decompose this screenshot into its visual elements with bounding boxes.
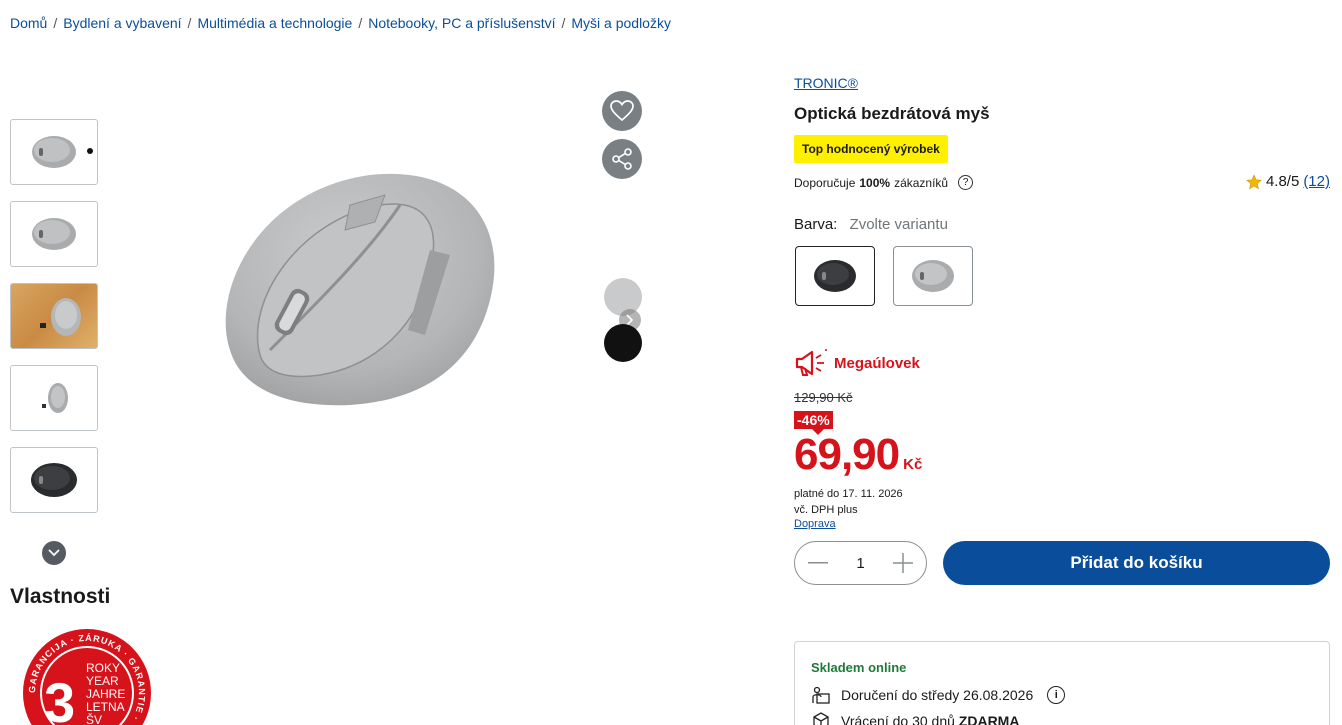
star-icon — [1246, 173, 1262, 189]
plus-icon — [893, 553, 913, 573]
main-product-image — [225, 173, 495, 406]
breadcrumb-separator: / — [53, 15, 58, 31]
return-box-icon — [813, 712, 829, 725]
vat-info: vč. DPH plus — [794, 504, 858, 516]
breadcrumb: Domů / Bydlení a vybavení / Multimédia a… — [10, 15, 671, 31]
stock-info-box: Skladem online Doručení do středy 26.08.… — [794, 641, 1330, 725]
thumbnails-scroll-down[interactable] — [42, 541, 66, 565]
delivery-icon — [812, 686, 830, 704]
thumbnail-3[interactable] — [10, 283, 98, 349]
breadcrumb-separator: / — [187, 15, 192, 31]
return-text: Vrácení do 30 dnů ZDARMA — [841, 713, 1019, 725]
megaphone-icon — [795, 349, 827, 376]
share-icon — [612, 148, 632, 170]
warranty-year-en: YEAR — [86, 674, 119, 688]
variant-grey[interactable] — [893, 246, 973, 306]
wishlist-button[interactable] — [602, 91, 642, 131]
recommend-suffix: zákazníků — [894, 175, 949, 190]
heart-icon — [610, 100, 634, 122]
product-title: Optická bezdrátová myš — [794, 104, 990, 123]
thumbnail-indicator — [87, 148, 93, 154]
discount-badge: -46% — [794, 411, 833, 435]
breadcrumb-notebooks[interactable]: Notebooky, PC a příslušenství — [368, 15, 555, 31]
delivery-text: Doručení do středy 26.08.2026 — [841, 687, 1034, 703]
add-to-cart-button[interactable]: Přidat do košíku — [943, 541, 1330, 585]
breadcrumb-housing[interactable]: Bydlení a vybavení — [63, 15, 181, 31]
mega-deal-text: Megaúlovek — [834, 354, 920, 372]
thumbnail-4[interactable] — [10, 365, 98, 431]
breadcrumb-home[interactable]: Domů — [10, 15, 47, 31]
return-free: ZDARMA — [958, 713, 1020, 725]
return-line: Vrácení do 30 dnů ZDARMA — [811, 711, 1313, 725]
shipping-link[interactable]: Doprava — [794, 518, 836, 530]
warranty-year-cz: ROKY — [86, 661, 120, 675]
mouse-on-table-thumb — [40, 298, 81, 336]
quantity-stepper: 1 — [794, 541, 927, 585]
mouse-grey-thumb — [32, 136, 76, 168]
color-placeholder: Zvolte variantu — [849, 216, 948, 233]
mouse-grey-variant — [912, 260, 954, 292]
color-label: Barva: — [794, 216, 838, 233]
breadcrumb-separator: / — [561, 15, 566, 31]
recommend-percent: 100% — [859, 175, 891, 190]
brand-link[interactable]: TRONIC® — [794, 75, 858, 91]
valid-until: platné do 17. 11. 2026 — [794, 488, 903, 500]
old-price: 129,90 Kč — [794, 390, 853, 405]
warranty-year-sk: ŠV — [86, 712, 102, 725]
help-icon[interactable]: ? — [958, 175, 974, 190]
mouse-with-receiver-thumb — [42, 383, 68, 413]
stock-status: Skladem online — [811, 660, 907, 675]
top-rated-badge: Top hodnocený výrobek — [794, 135, 948, 163]
info-icon[interactable]: i — [1047, 686, 1066, 704]
quantity-value[interactable]: 1 — [856, 555, 864, 572]
color-dot-black[interactable] — [604, 324, 642, 362]
warranty-year-si: LETNA — [86, 700, 125, 714]
recommend-prefix: Doporučuje — [794, 175, 856, 190]
thumbnail-5[interactable] — [10, 447, 98, 513]
product-rating: 4.8/5 (12) — [1246, 173, 1330, 190]
current-price: 69,90 Kč — [794, 430, 922, 480]
warranty-year-de: JAHRE — [86, 687, 125, 701]
breadcrumb-mice[interactable]: Myši a podložky — [571, 15, 671, 31]
increase-quantity-button[interactable] — [892, 552, 914, 574]
thumbnail-2[interactable] — [10, 201, 98, 267]
decrease-quantity-button[interactable] — [807, 552, 829, 574]
mega-deal-label: Megaúlovek — [794, 348, 920, 378]
price-value: 69,90 — [794, 430, 900, 479]
recommendation: Doporučuje 100% zákazníků ? — [794, 175, 974, 190]
share-button[interactable] — [602, 139, 642, 179]
color-selector-label: Barva: Zvolte variantu — [794, 216, 948, 233]
delivery-line: Doručení do středy 26.08.2026 i — [811, 685, 1313, 705]
price-validity: platné do 17. 11. 2026 vč. DPH plus — [794, 486, 903, 518]
rating-count-link[interactable]: (12) — [1303, 173, 1330, 190]
price-currency: Kč — [903, 456, 923, 473]
rating-value: 4.8/5 — [1265, 173, 1300, 190]
warranty-seal: GARANCIJA · ZÁRUKA · GARANTIE · 3 ROKY Y… — [23, 629, 151, 725]
properties-heading: Vlastnosti — [10, 585, 111, 608]
mouse-grey-thumb — [32, 218, 76, 250]
thumbnail-1[interactable] — [10, 119, 98, 185]
breadcrumb-separator: / — [358, 15, 363, 31]
mouse-black-thumb — [31, 463, 77, 497]
mouse-black-variant — [814, 260, 856, 292]
breadcrumb-multimedia[interactable]: Multimédia a technologie — [197, 15, 352, 31]
thumbnail-gallery — [10, 119, 98, 529]
chevron-down-icon — [48, 549, 60, 557]
return-prefix: Vrácení do 30 dnů — [841, 713, 955, 725]
minus-icon — [808, 562, 828, 564]
variant-black[interactable] — [795, 246, 875, 306]
warranty-number: 3 — [44, 671, 75, 725]
